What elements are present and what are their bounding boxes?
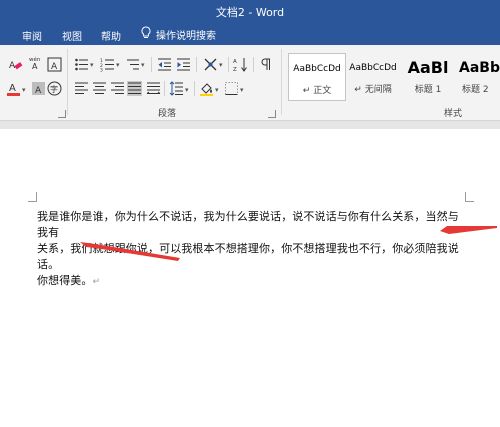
- document-text[interactable]: 我是谁你是谁，你为什么不说话，我为什么要说话，说不说话与你有什么关系，当然与我有…: [37, 209, 467, 290]
- window-title: 文档2 - Word: [215, 6, 285, 19]
- numbering-icon[interactable]: 123: [100, 57, 115, 72]
- margin-corner-mark: [28, 192, 37, 202]
- separator: [194, 81, 195, 96]
- title-bar: 文档2 - Word: [0, 0, 500, 23]
- style-sample: AaBb(: [459, 60, 500, 76]
- tab-help[interactable]: 帮助: [101, 28, 121, 43]
- ribbon-tabs: 审阅 视图 帮助 操作说明搜索: [0, 23, 500, 45]
- lightbulb-icon: [140, 26, 152, 42]
- style-name: ↵ 无间隔: [354, 85, 392, 95]
- multilevel-dropdown-icon[interactable]: ▾: [141, 61, 145, 69]
- decrease-indent-icon[interactable]: [157, 57, 172, 72]
- multilevel-list-icon[interactable]: [126, 57, 141, 72]
- style-heading-1[interactable]: AaBl 标题 1: [400, 53, 456, 99]
- paragraph-group-label: 段落: [158, 109, 177, 119]
- line-spacing-dropdown-icon[interactable]: ▾: [185, 86, 189, 94]
- paragraph-dialog-launcher-icon[interactable]: [268, 110, 276, 118]
- borders-icon[interactable]: [224, 81, 239, 96]
- character-shading-icon[interactable]: A: [31, 81, 46, 96]
- enclosed-character-icon[interactable]: 字: [47, 81, 62, 96]
- show-marks-icon[interactable]: [258, 57, 273, 72]
- style-name: ↵ 正文: [302, 86, 332, 96]
- font-color-dropdown-icon[interactable]: ▾: [22, 86, 26, 94]
- svg-text:字: 字: [50, 84, 58, 94]
- separator: [253, 57, 254, 72]
- margin-corner-mark: [465, 192, 474, 202]
- styles-group-label: 样式: [444, 109, 463, 119]
- style-heading-2[interactable]: AaBb( 标题 2: [456, 53, 500, 99]
- bullets-dropdown-icon[interactable]: ▾: [90, 61, 94, 69]
- font-dialog-launcher-icon[interactable]: [58, 110, 66, 118]
- svg-text:3: 3: [100, 68, 103, 73]
- text-line: 你想得美。↵: [37, 273, 467, 290]
- chinese-layout-icon[interactable]: [203, 57, 218, 72]
- shading-dropdown-icon[interactable]: ▾: [215, 86, 219, 94]
- numbering-dropdown-icon[interactable]: ▾: [116, 61, 120, 69]
- tell-me-search[interactable]: 操作说明搜索: [140, 26, 216, 42]
- text-line: 我是谁你是谁，你为什么不说话，我为什么要说话，说不说话与你有什么关系，当然与我有: [37, 210, 459, 239]
- style-name: 标题 1: [414, 85, 442, 95]
- character-border-icon[interactable]: A: [47, 57, 62, 72]
- sort-icon[interactable]: AZ: [233, 57, 248, 72]
- tell-me-label: 操作说明搜索: [156, 30, 216, 42]
- tab-review[interactable]: 审阅: [22, 28, 42, 43]
- svg-text:A: A: [35, 86, 42, 96]
- paragraph-mark: ↵: [92, 277, 101, 287]
- tab-view[interactable]: 视图: [62, 28, 82, 43]
- style-normal[interactable]: AaBbCcDd ↵ 正文: [288, 53, 346, 101]
- text-line: 关系，我们就想跟你说，可以我根本不想搭理你，你不想搭理我也不行，你必须陪我说话。: [37, 242, 459, 271]
- svg-text:A: A: [51, 62, 58, 72]
- svg-text:A: A: [9, 83, 16, 94]
- svg-text:A: A: [32, 62, 38, 70]
- justify-icon[interactable]: [127, 81, 142, 96]
- separator: [151, 57, 152, 72]
- svg-text:A: A: [233, 59, 237, 65]
- style-name: 标题 2: [462, 85, 489, 95]
- group-separator: [281, 49, 282, 115]
- font-color-icon[interactable]: A: [6, 81, 21, 96]
- increase-indent-icon[interactable]: [176, 57, 191, 72]
- ribbon: A wén A A A ▾ A 字 ▾ 123 ▾ ▾ ▾ AZ ▾ ▾ ▾ 段…: [0, 45, 500, 121]
- phonetic-guide-icon[interactable]: wén A: [29, 55, 44, 70]
- shading-icon[interactable]: [199, 81, 214, 96]
- style-sample: AaBl: [407, 58, 449, 77]
- distributed-icon[interactable]: [146, 81, 161, 96]
- group-separator: [67, 49, 68, 115]
- chinese-layout-dropdown-icon[interactable]: ▾: [219, 61, 223, 69]
- svg-text:Z: Z: [233, 67, 237, 72]
- style-sample: AaBbCcDd: [349, 63, 397, 73]
- bullets-icon[interactable]: [74, 57, 89, 72]
- align-center-icon[interactable]: [92, 81, 107, 96]
- align-right-icon[interactable]: [110, 81, 125, 96]
- clear-formatting-icon[interactable]: A: [8, 57, 23, 72]
- line-spacing-icon[interactable]: [169, 81, 184, 96]
- align-left-icon[interactable]: [74, 81, 89, 96]
- style-no-spacing[interactable]: AaBbCcDd ↵ 无间隔: [345, 53, 401, 99]
- separator: [164, 81, 165, 96]
- borders-dropdown-icon[interactable]: ▾: [240, 86, 244, 94]
- style-sample: AaBbCcDd: [293, 64, 341, 74]
- separator: [228, 57, 229, 72]
- text-line-content: 你想得美。: [37, 274, 93, 287]
- separator: [196, 57, 197, 72]
